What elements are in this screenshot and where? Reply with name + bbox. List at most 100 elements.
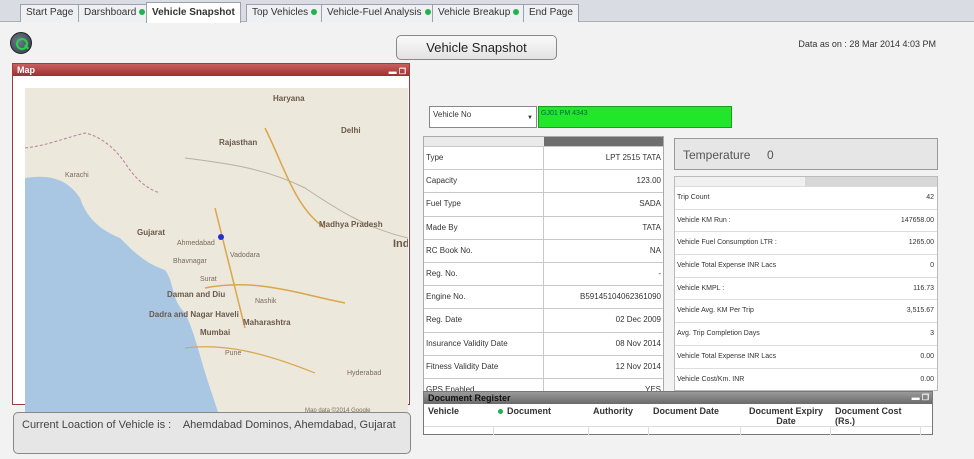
column-header-document-expiry-date[interactable]: Document Expiry Date <box>741 404 831 426</box>
document-register-columns: Vehicle Document Authority Document Date… <box>424 404 932 426</box>
temperature-box: Temperature 0 <box>674 138 938 170</box>
tab-bar: Start Page Darshboard Vehicle Snapshot T… <box>0 0 974 23</box>
map-label-madhya-pradesh: Madhya Pradesh <box>319 220 383 229</box>
trip-stat-label: Vehicle Cost/Km. INR <box>677 375 745 383</box>
table-row: Avg. Trip Completion Days 3 <box>675 322 937 345</box>
tab-vehicle-snapshot[interactable]: Vehicle Snapshot <box>146 2 241 23</box>
data-as-on: Data as on : 28 Mar 2014 4:03 PM <box>798 39 936 49</box>
detail-value: NA <box>649 245 661 255</box>
map-label-mumbai: Mumbai <box>200 328 231 337</box>
table-row: Vehicle Total Expense INR Lacs 0.00 <box>675 344 937 368</box>
map-label-ahmedabad: Ahmedabad <box>177 240 215 247</box>
status-dot-icon <box>311 9 318 16</box>
chevron-down-icon: ▼ <box>527 115 533 121</box>
detail-value: 12 Nov 2014 <box>615 361 661 371</box>
tab-label: Vehicle Breakup <box>438 7 511 18</box>
column-header-vehicle[interactable]: Vehicle <box>424 404 494 426</box>
map-label-gujarat: Gujarat <box>137 228 166 237</box>
column-header-document-label: Document <box>507 406 552 416</box>
column-header-document-cost[interactable]: Document Cost (Rs.) <box>831 404 921 426</box>
map-label-pune: Pune <box>225 350 242 357</box>
tab-vehicle-fuel-analysis[interactable]: Vehicle-Fuel Analysis <box>321 4 437 22</box>
map-label-karachi: Karachi <box>65 172 89 179</box>
map-label-maharashtra: Maharashtra <box>243 318 291 327</box>
trip-stats-header <box>675 177 937 186</box>
tab-label: Vehicle Snapshot <box>152 7 235 18</box>
table-row: Reg. Date 02 Dec 2009 <box>424 308 663 332</box>
vehicle-no-dropdown[interactable]: Vehicle No ▼ <box>429 106 537 128</box>
table-row: Vehicle Fuel Consumption LTR : 1265.00 <box>675 231 937 254</box>
table-row: Type LPT 2515 TATA <box>424 146 663 170</box>
tab-vehicle-breakup[interactable]: Vehicle Breakup <box>432 4 526 22</box>
detail-value: B59145104062361090 <box>580 292 661 302</box>
detail-label: Fitness Validity Date <box>424 355 544 378</box>
table-row: Trip Count 42 <box>675 186 937 209</box>
zoom-icon[interactable] <box>10 32 32 54</box>
detail-value: 123.00 <box>636 176 661 186</box>
trip-stat-value: 3 <box>930 330 934 338</box>
trip-stat-value: 42 <box>926 194 934 201</box>
table-row: RC Book No. NA <box>424 238 663 262</box>
window-controls-icon[interactable]: ▬ ❐ <box>912 392 929 404</box>
map-graphic <box>25 88 408 418</box>
trip-stat-label: Vehicle KM Run : <box>677 216 731 224</box>
trip-stat-value: 0 <box>930 262 934 270</box>
status-dot-icon <box>424 9 431 16</box>
tab-start-page[interactable]: Start Page <box>20 4 80 22</box>
detail-label: Made By <box>424 216 544 239</box>
detail-value: TATA <box>642 222 661 232</box>
vehicle-no-label: Vehicle No <box>433 110 472 119</box>
document-register-empty-row <box>424 426 932 435</box>
column-header-authority[interactable]: Authority <box>589 404 649 426</box>
trip-stat-value: 116.73 <box>913 284 934 292</box>
table-row: Made By TATA <box>424 215 663 239</box>
trip-stat-value: 1265.00 <box>908 239 934 247</box>
map-label-india: Ind <box>393 238 408 250</box>
map-label-rajasthan: Rajasthan <box>219 138 258 147</box>
page-title: Vehicle Snapshot <box>396 35 557 60</box>
detail-value: SADA <box>639 199 661 209</box>
tab-end-page[interactable]: End Page <box>523 4 579 22</box>
map-label-vadodara: Vadodara <box>230 252 260 259</box>
map-label-daman-diu: Daman and Diu <box>167 290 226 299</box>
detail-value: LPT 2515 TATA <box>605 153 661 162</box>
table-row: Vehicle Cost/Km. INR 0.00 <box>675 367 937 391</box>
details-header <box>424 137 663 146</box>
trip-stat-label: Vehicle Total Expense INR Lacs <box>677 262 777 270</box>
table-row: Vehicle Total Expense INR Lacs 0 <box>675 254 937 277</box>
document-register-title: Document Register <box>428 393 511 403</box>
status-dot-icon <box>139 9 146 16</box>
map-label-delhi: Delhi <box>341 126 361 135</box>
detail-label: Insurance Validity Date <box>424 332 544 355</box>
vehicle-marker-icon[interactable] <box>218 234 224 240</box>
detail-value: 02 Dec 2009 <box>615 315 661 325</box>
trip-stat-label: Trip Count <box>677 194 710 201</box>
tab-dashboard[interactable]: Darshboard <box>78 4 152 22</box>
window-controls-icon[interactable]: ▬ ❐ <box>389 66 406 78</box>
column-header-document[interactable]: Document <box>494 404 589 426</box>
table-row: Capacity 123.00 <box>424 169 663 193</box>
trip-stat-value: 0.00 <box>920 352 934 360</box>
table-row: Fitness Validity Date 12 Nov 2014 <box>424 354 663 378</box>
trip-stat-label: Vehicle Total Expense INR Lacs <box>677 352 777 360</box>
table-row: Fuel Type SADA <box>424 192 663 216</box>
map-label-bhavnagar: Bhavnagar <box>173 258 207 265</box>
trip-stat-label: Avg. Trip Completion Days <box>677 330 760 338</box>
tab-top-vehicles[interactable]: Top Vehicles <box>246 4 324 22</box>
tab-label: Top Vehicles <box>252 7 309 18</box>
map-area[interactable]: Haryana Delhi Rajasthan Gujarat Ahmedaba… <box>25 88 408 418</box>
detail-label: Type <box>424 147 544 170</box>
table-row: Vehicle KMPL : 116.73 <box>675 276 937 300</box>
trip-stat-label: Vehicle Avg. KM Per Trip <box>677 307 754 315</box>
column-header-document-date[interactable]: Document Date <box>649 404 741 426</box>
map-label-dadra-nagar-haveli: Dadra and Nagar Haveli <box>149 310 239 319</box>
map-title: Map <box>17 65 35 75</box>
trip-stats-table: Trip Count 42 Vehicle KM Run : 147658.00 Veh… <box>674 176 938 392</box>
status-dot-icon <box>513 9 520 16</box>
table-row: Vehicle Avg. KM Per Trip 3,515.67 <box>675 299 937 322</box>
table-row: Reg. No. - <box>424 261 663 286</box>
trip-stat-value: 147658.00 <box>900 216 934 224</box>
location-value: Ahemdabad Dominos, Ahemdabad, Gujarat <box>182 419 396 431</box>
map-header: Map ▬ ❐ <box>13 64 409 76</box>
detail-label: Fuel Type <box>424 193 544 216</box>
